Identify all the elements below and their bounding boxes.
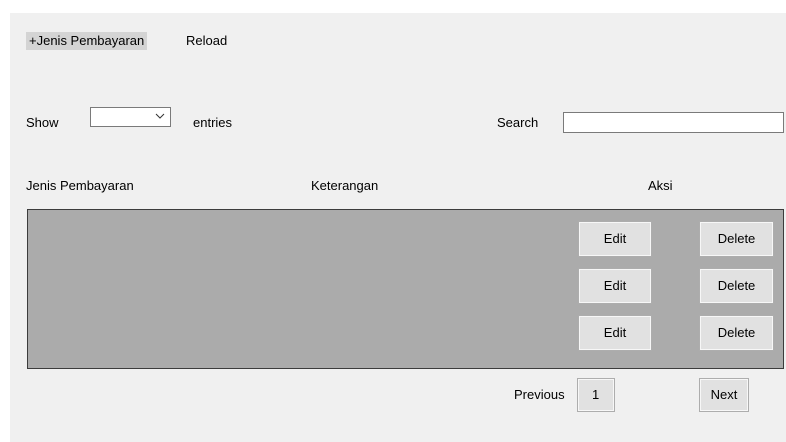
entries-select[interactable] — [90, 107, 171, 127]
column-header-jenis-pembayaran: Jenis Pembayaran — [26, 178, 134, 193]
column-header-aksi: Aksi — [648, 178, 673, 193]
edit-button[interactable]: Edit — [578, 221, 652, 257]
page-number-button[interactable]: 1 — [577, 378, 615, 412]
entries-label: entries — [193, 115, 233, 130]
delete-button[interactable]: Delete — [699, 315, 774, 351]
previous-button[interactable]: Previous — [514, 387, 565, 403]
search-input[interactable] — [563, 112, 784, 133]
data-grid: Edit Delete Edit Delete Edit Delete — [27, 209, 784, 369]
column-header-keterangan: Keterangan — [311, 178, 379, 193]
add-jenis-pembayaran-button[interactable]: +Jenis Pembayaran — [26, 32, 148, 50]
edit-button[interactable]: Edit — [578, 268, 652, 304]
show-label: Show — [26, 115, 59, 130]
main-window: +Jenis Pembayaran Reload Show entries Se… — [10, 13, 786, 442]
chevron-down-icon — [155, 113, 165, 119]
reload-button[interactable]: Reload — [186, 33, 227, 49]
delete-button[interactable]: Delete — [699, 268, 774, 304]
search-label: Search — [497, 115, 539, 130]
edit-button[interactable]: Edit — [578, 315, 652, 351]
next-button[interactable]: Next — [699, 378, 749, 412]
delete-button[interactable]: Delete — [699, 221, 774, 257]
